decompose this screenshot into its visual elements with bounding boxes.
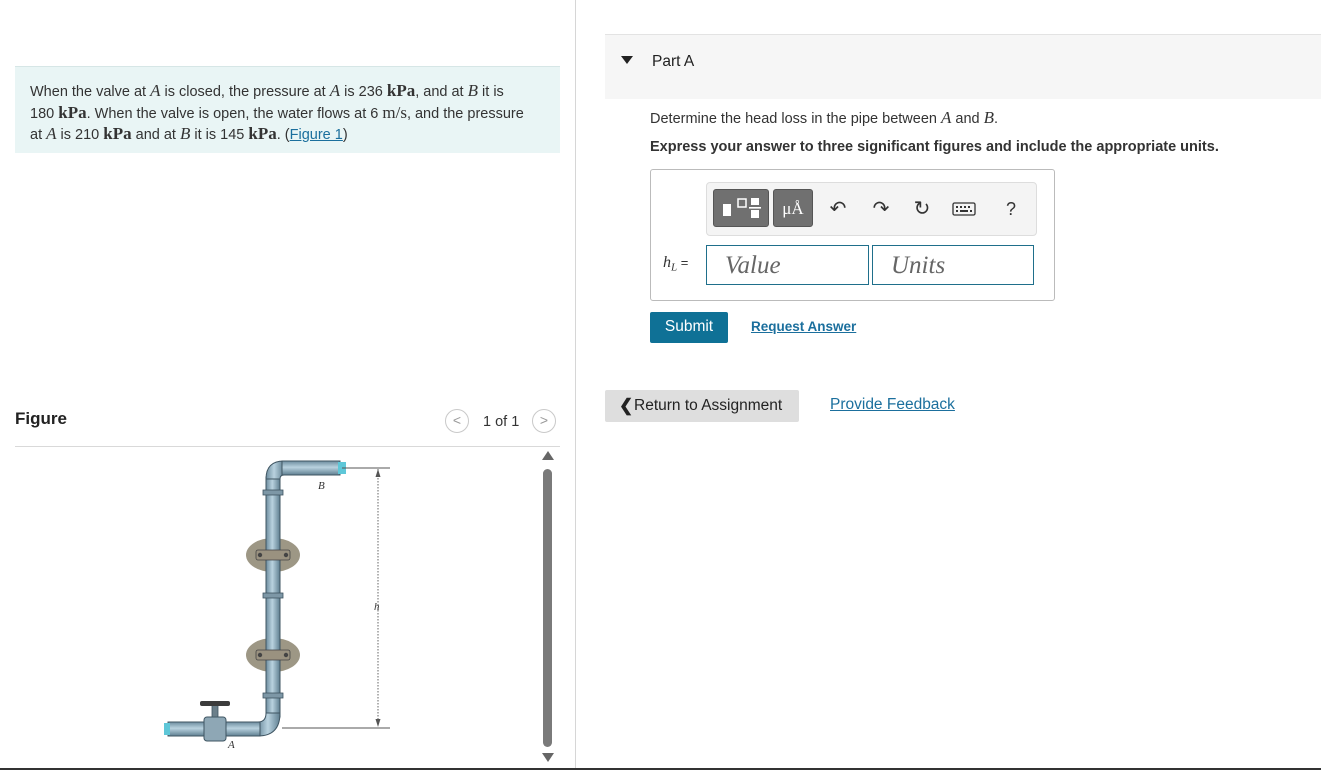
reset-icon[interactable]: ↻	[908, 195, 936, 223]
clamp-bolt	[283, 652, 289, 658]
unit-text: kPa	[58, 102, 87, 122]
question-fragment: and	[951, 111, 984, 127]
problem-text: . (	[276, 127, 290, 143]
pipe-coupling	[262, 489, 284, 496]
unit-text: m/s	[382, 102, 407, 122]
label-h: h	[374, 601, 380, 613]
figure-header: Figure < 1 of 1 >	[15, 408, 560, 447]
next-figure-button[interactable]: >	[532, 409, 556, 433]
question-text: Determine the head loss in the pipe betw…	[650, 108, 998, 128]
unit-text: kPa	[103, 124, 132, 143]
pipe-coupling	[262, 592, 284, 599]
chevron-left-icon: ❮	[619, 396, 634, 415]
math-var: A	[941, 108, 952, 127]
answer-equals: =	[677, 255, 689, 270]
bottom-elbow	[257, 712, 281, 737]
left-pane: When the valve at A is closed, the press…	[0, 0, 575, 770]
symbols-button[interactable]: μÅ	[773, 189, 813, 227]
units-input[interactable]: Units	[872, 245, 1034, 285]
answer-var: h	[663, 254, 671, 271]
answer-instructions: Express your answer to three significant…	[650, 139, 1219, 155]
question-fragment: Determine the head loss in the pipe betw…	[650, 111, 941, 127]
dimension-arrow	[375, 719, 381, 727]
pane-divider[interactable]	[575, 0, 576, 770]
clamp-bolt	[257, 652, 263, 658]
math-toolbar: μÅ ↶ ↷ ↻ ?	[706, 182, 1037, 236]
provide-feedback-link[interactable]: Provide Feedback	[830, 396, 955, 414]
return-to-assignment-button[interactable]: ❮ Return to Assignment	[605, 390, 799, 422]
unit-text: kPa	[386, 81, 416, 100]
problem-text: it is 145	[190, 127, 249, 143]
unit-text: kPa	[248, 124, 277, 143]
figure-title: Figure	[15, 409, 67, 428]
math-var: B	[467, 81, 479, 100]
top-elbow	[265, 460, 285, 480]
figure-page-indicator: 1 of 1	[483, 414, 520, 430]
templates-button[interactable]	[713, 189, 769, 227]
answer-box: μÅ ↶ ↷ ↻ ? hL = Value Units	[650, 169, 1055, 301]
return-label: Return to Assignment	[634, 397, 783, 414]
math-var: A	[150, 81, 161, 100]
dimension-arrow	[375, 469, 381, 477]
previous-figure-button[interactable]: <	[445, 409, 469, 433]
pipe-figure: B h A	[164, 460, 390, 751]
problem-statement: When the valve at A is closed, the press…	[15, 66, 560, 153]
top-pipe	[281, 460, 341, 476]
request-answer-link[interactable]: Request Answer	[751, 319, 856, 334]
figure-link[interactable]: Figure 1	[290, 127, 343, 143]
problem-text: )	[342, 127, 348, 143]
problem-text: at	[30, 127, 47, 143]
redo-icon[interactable]: ↷	[867, 195, 895, 223]
help-button[interactable]: ?	[997, 195, 1025, 223]
label-b: B	[318, 480, 325, 492]
problem-text: , and the pressure	[406, 105, 524, 122]
problem-text: and at	[131, 127, 180, 143]
templates-icon	[723, 198, 761, 218]
keyboard-glyph	[952, 202, 976, 216]
label-a: A	[227, 739, 235, 751]
clamp-bolt	[283, 552, 289, 558]
collapse-toggle-icon[interactable]	[621, 56, 633, 64]
math-var: B	[983, 108, 995, 127]
inlet-water	[164, 723, 170, 735]
scroll-up-arrow[interactable]	[542, 451, 554, 460]
problem-text: it is	[478, 84, 504, 100]
math-var: A	[46, 124, 57, 143]
value-input[interactable]: Value	[706, 245, 869, 285]
problem-text: is 210	[56, 127, 104, 143]
problem-text: is 236	[340, 84, 387, 100]
keyboard-icon[interactable]	[950, 195, 978, 223]
part-title: Part A	[652, 53, 695, 70]
submit-button[interactable]: Submit	[650, 312, 728, 343]
clamp-bolt	[257, 552, 263, 558]
problem-text: , and at	[415, 84, 468, 100]
scroll-thumb[interactable]	[543, 469, 552, 747]
part-a-header[interactable]: Part A	[605, 34, 1321, 99]
valve	[200, 701, 230, 742]
math-var: A	[329, 81, 341, 100]
problem-text: is closed, the pressure at	[160, 84, 330, 100]
math-var: B	[179, 124, 191, 143]
problem-text: . When the valve is open, the water flow…	[86, 105, 383, 122]
problem-text: When the valve at	[30, 84, 151, 100]
problem-text: 180	[30, 105, 59, 122]
answer-label: hL =	[663, 254, 688, 274]
figure-scrollbar[interactable]	[541, 451, 555, 767]
pipe-coupling	[262, 692, 284, 699]
scroll-down-arrow[interactable]	[542, 753, 554, 762]
undo-icon[interactable]: ↶	[824, 195, 852, 223]
question-fragment: .	[994, 111, 999, 127]
